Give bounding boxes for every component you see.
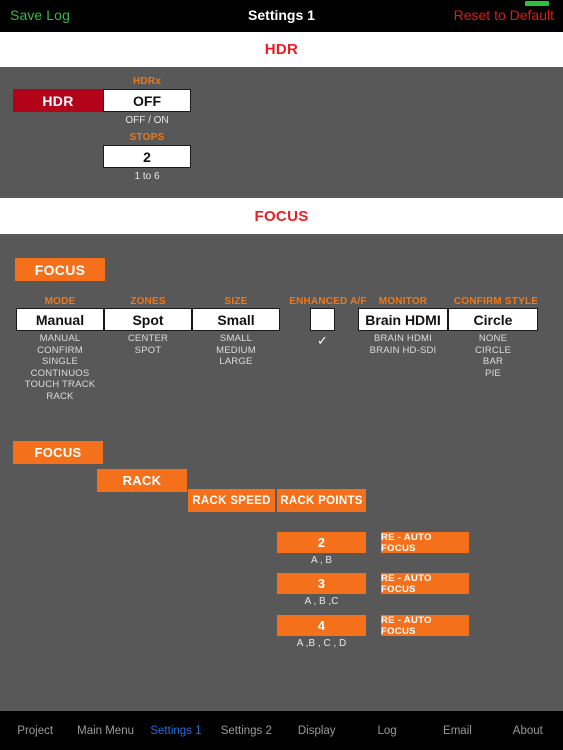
confirm-style-value-field[interactable]: Circle [448, 308, 538, 331]
size-value-field[interactable]: Small [192, 308, 280, 331]
mode-label: MODE [44, 296, 76, 307]
confirm-style-label: CONFIRM STYLE [453, 296, 539, 307]
top-header-bar: Save Log Settings 1 Reset to Default [0, 0, 563, 32]
tab-email[interactable]: Email [422, 725, 492, 737]
hdr-panel: HDR HDRx OFF OFF / ON STOPS 2 1 to 6 [0, 67, 563, 198]
reset-to-default-button[interactable]: Reset to Default [454, 7, 554, 23]
monitor-label: MONITOR [378, 296, 428, 307]
tab-project[interactable]: Project [0, 725, 70, 737]
zones-options-list: CENTER SPOT [127, 333, 169, 356]
tab-settings-1[interactable]: Settings 1 [141, 725, 211, 737]
tab-main-menu[interactable]: Main Menu [70, 725, 140, 737]
confirm-style-options-list: NONE CIRCLE BAR PIE [474, 333, 512, 379]
tab-settings-2[interactable]: Settings 2 [211, 725, 281, 737]
stops-hint: 1 to 6 [134, 171, 160, 182]
section-header-hdr-label: HDR [264, 41, 299, 58]
mode-value-field[interactable]: Manual [16, 308, 104, 331]
battery-indicator-icon [525, 1, 549, 6]
zones-label: ZONES [130, 296, 166, 307]
rack-speed-button[interactable]: RACK SPEED [188, 489, 275, 512]
re-auto-focus-button[interactable]: RE - AUTO FOCUS [381, 615, 469, 637]
focus-button[interactable]: FOCUS [15, 258, 105, 281]
hdrx-value-field[interactable]: OFF [103, 89, 191, 112]
monitor-options-list: BRAIN HDMI BRAIN HD-SDI [369, 333, 437, 356]
rack-points-count-button[interactable]: 2 [277, 532, 366, 553]
tab-display[interactable]: Display [282, 725, 352, 737]
hdr-button[interactable]: HDR [13, 89, 103, 112]
size-options-list: SMALL MEDIUM LARGE [216, 333, 256, 367]
rack-points-caption: A ,B , C , D [296, 638, 347, 649]
rack-points-button[interactable]: RACK POINTS [277, 489, 366, 512]
rack-points-caption: A , B [310, 555, 333, 566]
tab-about[interactable]: About [493, 725, 563, 737]
stops-label: STOPS [129, 132, 165, 143]
enhanced-af-check-icon: ✓ [317, 333, 328, 348]
zones-value-field[interactable]: Spot [104, 308, 192, 331]
stops-value-field[interactable]: 2 [103, 145, 191, 168]
size-label: SIZE [224, 296, 248, 307]
re-auto-focus-button[interactable]: RE - AUTO FOCUS [381, 573, 469, 595]
rack-points-count-button[interactable]: 4 [277, 615, 366, 636]
focus-panel: FOCUS MODE Manual MANUAL CONFIRM SINGLE … [0, 234, 563, 711]
rack-button[interactable]: RACK [97, 469, 187, 492]
section-header-hdr: HDR [0, 32, 563, 67]
section-header-focus-label: FOCUS [254, 207, 309, 225]
bottom-tab-bar: Project Main Menu Settings 1 Settings 2 … [0, 711, 563, 750]
hdrx-hint: OFF / ON [125, 115, 169, 126]
rack-points-count-button[interactable]: 3 [277, 573, 366, 594]
tab-log[interactable]: Log [352, 725, 422, 737]
monitor-value-field[interactable]: Brain HDMI [358, 308, 448, 331]
rack-points-caption: A , B ,C [304, 596, 339, 607]
rack-focus-button[interactable]: FOCUS [13, 441, 103, 464]
enhanced-af-checkbox[interactable] [310, 308, 335, 331]
hdrx-label: HDRx [132, 76, 162, 87]
app-root: Save Log Settings 1 Reset to Default HDR… [0, 0, 563, 750]
re-auto-focus-button[interactable]: RE - AUTO FOCUS [381, 532, 469, 554]
mode-options-list: MANUAL CONFIRM SINGLE CONTINUOS TOUCH TR… [24, 333, 96, 402]
section-header-focus: FOCUS [0, 198, 563, 234]
